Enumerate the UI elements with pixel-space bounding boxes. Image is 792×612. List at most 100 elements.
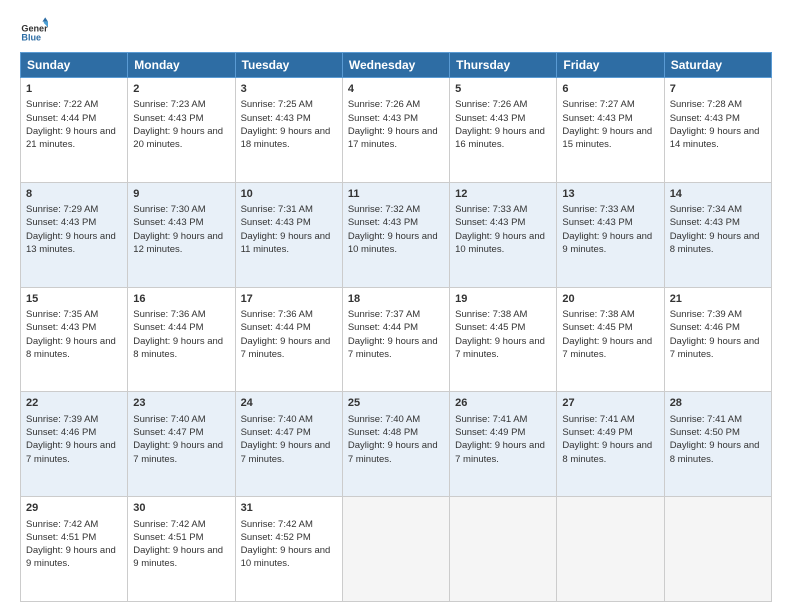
sunset-label: Sunset: 4:45 PM (562, 322, 632, 333)
day-cell: 23Sunrise: 7:40 AMSunset: 4:47 PMDayligh… (128, 392, 235, 497)
sunset-label: Sunset: 4:44 PM (26, 113, 96, 124)
sunrise-label: Sunrise: 7:41 AM (670, 414, 742, 425)
sunrise-label: Sunrise: 7:40 AM (348, 414, 420, 425)
day-cell: 14Sunrise: 7:34 AMSunset: 4:43 PMDayligh… (664, 182, 771, 287)
daylight-label: Daylight: 9 hours and 8 minutes. (670, 231, 760, 255)
sunrise-label: Sunrise: 7:23 AM (133, 99, 205, 110)
daylight-label: Daylight: 9 hours and 7 minutes. (562, 336, 652, 360)
sunrise-label: Sunrise: 7:27 AM (562, 99, 634, 110)
day-cell: 1Sunrise: 7:22 AMSunset: 4:44 PMDaylight… (21, 78, 128, 183)
sunset-label: Sunset: 4:51 PM (26, 532, 96, 543)
sunset-label: Sunset: 4:43 PM (670, 217, 740, 228)
day-cell: 30Sunrise: 7:42 AMSunset: 4:51 PMDayligh… (128, 497, 235, 602)
daylight-label: Daylight: 9 hours and 9 minutes. (562, 231, 652, 255)
sunset-label: Sunset: 4:44 PM (348, 322, 418, 333)
day-cell: 8Sunrise: 7:29 AMSunset: 4:43 PMDaylight… (21, 182, 128, 287)
day-number: 15 (26, 292, 122, 307)
sunset-label: Sunset: 4:46 PM (670, 322, 740, 333)
day-number: 13 (562, 187, 658, 202)
sunset-label: Sunset: 4:46 PM (26, 427, 96, 438)
week-row-5: 29 Sunrise: 7:42 AM Sunset: 4:51 PM Dayligh… (21, 497, 772, 602)
daylight-label: Daylight: 9 hours and 9 minutes. (26, 545, 116, 569)
daylight-label: Daylight: 9 hours and 11 minutes. (241, 231, 331, 255)
sunrise-label: Sunrise: 7:25 AM (241, 99, 313, 110)
daylight-label: Daylight: 9 hours and 9 minutes. (133, 545, 223, 569)
day-number: 10 (241, 187, 337, 202)
sunset-label: Sunset: 4:43 PM (670, 113, 740, 124)
sunset-label: Sunset: 4:43 PM (241, 113, 311, 124)
sunrise-label: Sunrise: 7:37 AM (348, 309, 420, 320)
sunset-label: Sunset: 4:47 PM (241, 427, 311, 438)
sunset-label: Sunset: 4:44 PM (241, 322, 311, 333)
col-header-tuesday: Tuesday (235, 53, 342, 78)
day-cell: 22Sunrise: 7:39 AMSunset: 4:46 PMDayligh… (21, 392, 128, 497)
sunset-label: Sunset: 4:47 PM (133, 427, 203, 438)
daylight-label: Daylight: 9 hours and 8 minutes. (133, 336, 223, 360)
sunrise-label: Sunrise: 7:26 AM (455, 99, 527, 110)
sunrise-label: Sunrise: 7:30 AM (133, 204, 205, 215)
day-cell: 16Sunrise: 7:36 AMSunset: 4:44 PMDayligh… (128, 287, 235, 392)
sunrise-label: Sunrise: 7:28 AM (670, 99, 742, 110)
day-cell: 15Sunrise: 7:35 AMSunset: 4:43 PMDayligh… (21, 287, 128, 392)
day-cell (342, 497, 449, 602)
sunrise-label: Sunrise: 7:42 AM (133, 519, 205, 530)
sunrise-label: Sunrise: 7:39 AM (670, 309, 742, 320)
day-cell: 10Sunrise: 7:31 AMSunset: 4:43 PMDayligh… (235, 182, 342, 287)
daylight-label: Daylight: 9 hours and 12 minutes. (133, 231, 223, 255)
day-number: 18 (348, 292, 444, 307)
day-cell: 5Sunrise: 7:26 AMSunset: 4:43 PMDaylight… (450, 78, 557, 183)
day-number: 28 (670, 396, 766, 411)
day-number: 26 (455, 396, 551, 411)
day-cell: 18Sunrise: 7:37 AMSunset: 4:44 PMDayligh… (342, 287, 449, 392)
day-cell: 7Sunrise: 7:28 AMSunset: 4:43 PMDaylight… (664, 78, 771, 183)
day-cell: 20Sunrise: 7:38 AMSunset: 4:45 PMDayligh… (557, 287, 664, 392)
header: General Blue (20, 16, 772, 44)
daylight-label: Daylight: 9 hours and 20 minutes. (133, 126, 223, 150)
day-number: 23 (133, 396, 229, 411)
day-cell (450, 497, 557, 602)
sunrise-label: Sunrise: 7:33 AM (455, 204, 527, 215)
day-cell: 4Sunrise: 7:26 AMSunset: 4:43 PMDaylight… (342, 78, 449, 183)
day-cell: 29Sunrise: 7:42 AMSunset: 4:51 PMDayligh… (21, 497, 128, 602)
sunrise-label: Sunrise: 7:38 AM (562, 309, 634, 320)
sunrise-label: Sunrise: 7:36 AM (133, 309, 205, 320)
daylight-label: Daylight: 9 hours and 14 minutes. (670, 126, 760, 150)
day-number: 31 (241, 501, 337, 516)
sunset-label: Sunset: 4:44 PM (133, 322, 203, 333)
day-cell: 27Sunrise: 7:41 AMSunset: 4:49 PMDayligh… (557, 392, 664, 497)
sunrise-label: Sunrise: 7:29 AM (26, 204, 98, 215)
sunset-label: Sunset: 4:43 PM (562, 217, 632, 228)
daylight-label: Daylight: 9 hours and 8 minutes. (670, 440, 760, 464)
day-number: 27 (562, 396, 658, 411)
col-header-friday: Friday (557, 53, 664, 78)
sunset-label: Sunset: 4:52 PM (241, 532, 311, 543)
day-number: 21 (670, 292, 766, 307)
sunrise-label: Sunrise: 7:33 AM (562, 204, 634, 215)
sunrise-label: Sunrise: 7:40 AM (241, 414, 313, 425)
day-number: 19 (455, 292, 551, 307)
daylight-label: Daylight: 9 hours and 10 minutes. (348, 231, 438, 255)
day-number: 11 (348, 187, 444, 202)
sunset-label: Sunset: 4:48 PM (348, 427, 418, 438)
daylight-label: Daylight: 9 hours and 21 minutes. (26, 126, 116, 150)
daylight-label: Daylight: 9 hours and 7 minutes. (133, 440, 223, 464)
sunset-label: Sunset: 4:43 PM (241, 217, 311, 228)
day-number: 9 (133, 187, 229, 202)
sunrise-label: Sunrise: 7:39 AM (26, 414, 98, 425)
sunset-label: Sunset: 4:43 PM (133, 217, 203, 228)
daylight-label: Daylight: 9 hours and 7 minutes. (455, 440, 545, 464)
daylight-label: Daylight: 9 hours and 8 minutes. (562, 440, 652, 464)
daylight-label: Daylight: 9 hours and 7 minutes. (455, 336, 545, 360)
logo: General Blue (20, 16, 48, 44)
sunset-label: Sunset: 4:49 PM (455, 427, 525, 438)
sunrise-label: Sunrise: 7:36 AM (241, 309, 313, 320)
day-cell (557, 497, 664, 602)
sunset-label: Sunset: 4:50 PM (670, 427, 740, 438)
calendar-table: SundayMondayTuesdayWednesdayThursdayFrid… (20, 52, 772, 602)
daylight-label: Daylight: 9 hours and 8 minutes. (26, 336, 116, 360)
col-header-saturday: Saturday (664, 53, 771, 78)
daylight-label: Daylight: 9 hours and 13 minutes. (26, 231, 116, 255)
daylight-label: Daylight: 9 hours and 15 minutes. (562, 126, 652, 150)
day-number: 29 (26, 501, 122, 516)
day-cell: 11Sunrise: 7:32 AMSunset: 4:43 PMDayligh… (342, 182, 449, 287)
